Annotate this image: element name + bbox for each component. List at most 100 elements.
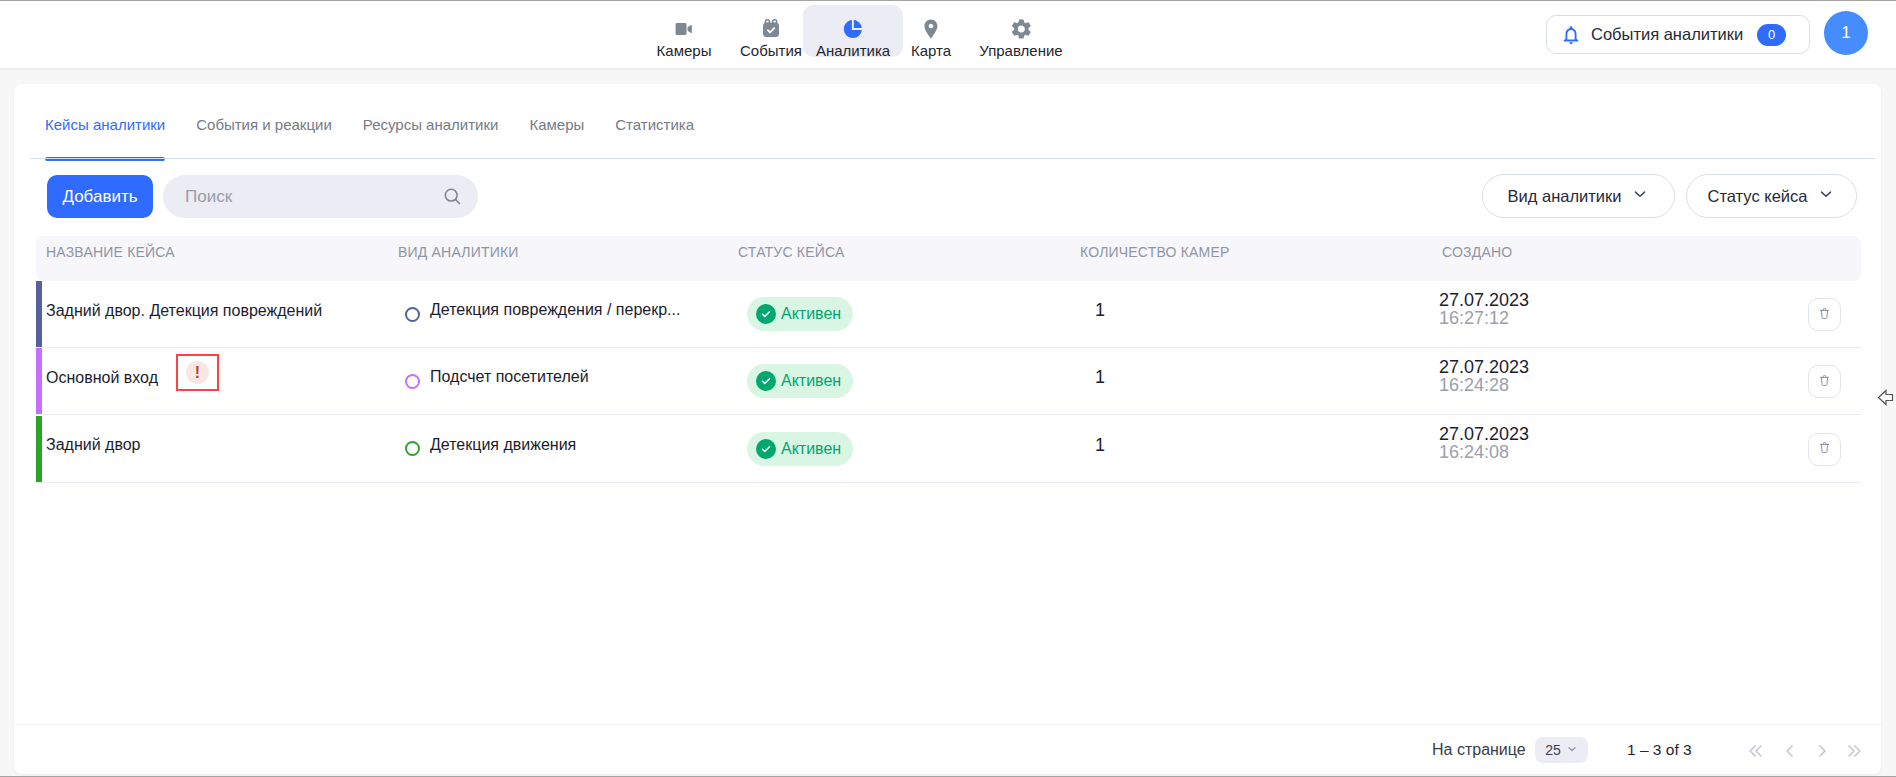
per-page-label: На странице: [1432, 737, 1526, 763]
created-time: 16:27:12: [1439, 309, 1529, 327]
nav-item-events[interactable]: События: [727, 5, 815, 57]
nav-item-camera[interactable]: Камеры: [644, 5, 725, 57]
nav-item-label: Аналитика: [816, 42, 890, 59]
case-name: Задний двор. Детекция повреждений: [46, 281, 322, 347]
case-name: Основной вход: [46, 348, 158, 414]
table-row[interactable]: Задний двор Детекция движения Активен 1 27.0…: [36, 416, 1861, 483]
analytics-type-cell: Подсчет посетителей: [405, 348, 589, 414]
add-button[interactable]: Добавить: [47, 175, 153, 218]
analytics-type-label: Детекция движения: [430, 436, 576, 454]
tab-4[interactable]: Камеры: [529, 116, 584, 159]
case-status-cell: Активен: [747, 416, 853, 482]
gear-icon: [1009, 17, 1033, 41]
row-accent-bar: [36, 281, 42, 347]
column-header-3: СТАТУС КЕЙСА: [738, 245, 845, 259]
search-icon: [442, 186, 463, 207]
analytics-icon: [841, 17, 865, 41]
status-check-icon: [756, 439, 776, 459]
prev-page-button[interactable]: [1779, 740, 1801, 762]
per-page-select[interactable]: 25: [1535, 737, 1588, 763]
top-navigation-bar: Камеры События Аналитика Карта Управление Со…: [0, 1, 1896, 70]
case-status-filter-label: Статус кейса: [1708, 187, 1808, 206]
analytics-type-filter[interactable]: Вид аналитики: [1482, 174, 1675, 218]
nav-item-gear[interactable]: Управление: [966, 5, 1075, 57]
created-cell: 27.07.202316:24:28: [1439, 348, 1529, 414]
analytics-type-icon: [405, 307, 420, 322]
analytics-type-label: Подсчет посетителей: [430, 368, 589, 386]
analytics-events-label: События аналитики: [1591, 25, 1743, 44]
chevron-down-icon: [1817, 185, 1835, 207]
per-page-value: 25: [1545, 742, 1561, 758]
created-time: 16:24:28: [1439, 376, 1529, 394]
column-header-1: НАЗВАНИЕ КЕЙСА: [46, 245, 175, 259]
created-date: 27.07.2023: [1439, 291, 1529, 309]
search-field[interactable]: [163, 175, 478, 218]
camera-icon: [672, 17, 696, 41]
tab-1[interactable]: Кейсы аналитики: [45, 116, 165, 159]
content-card: Кейсы аналитики События и реакции Ресурсы …: [14, 84, 1881, 774]
nav-item-label: Управление: [979, 42, 1062, 59]
tabs-divider: [30, 158, 1875, 159]
nav-item-label: Карта: [911, 42, 951, 59]
column-header-4: КОЛИЧЕСТВО КАМЕР: [1080, 245, 1230, 259]
analytics-page: Камеры События Аналитика Карта Управление Со…: [0, 0, 1896, 777]
chevron-down-icon: [1631, 185, 1649, 207]
row-accent-bar: [36, 348, 42, 414]
created-time: 16:24:08: [1439, 443, 1529, 461]
table-row[interactable]: Задний двор. Детекция повреждений Детекци…: [36, 281, 1861, 348]
bell-icon: [1560, 24, 1582, 46]
trash-icon: [1817, 373, 1832, 391]
warning-box: !: [176, 354, 219, 391]
camera-count: 1: [1095, 416, 1105, 482]
warning-icon: !: [186, 361, 209, 384]
case-name: Задний двор: [46, 416, 141, 482]
chevron-down-icon: [1566, 742, 1578, 758]
footer-divider: [14, 724, 1881, 725]
column-header-5: СОЗДАНО: [1442, 245, 1512, 259]
trash-icon: [1817, 440, 1832, 458]
last-page-button[interactable]: [1843, 740, 1865, 762]
nav-item-map[interactable]: Карта: [898, 5, 964, 57]
analytics-type-cell: Детекция движения: [405, 416, 576, 482]
status-check-icon: [756, 304, 776, 324]
created-cell: 27.07.202316:27:12: [1439, 281, 1529, 347]
delete-button[interactable]: [1808, 365, 1841, 398]
case-status-cell: Активен: [747, 281, 853, 347]
status-check-icon: [756, 371, 776, 391]
tab-2[interactable]: События и реакции: [196, 116, 332, 159]
tab-3[interactable]: Ресурсы аналитики: [363, 116, 499, 159]
analytics-type-cell: Детекция повреждения / перекр...: [405, 281, 680, 347]
tab-bar: Кейсы аналитики События и реакции Ресурсы …: [45, 116, 694, 159]
window-frame-top: [0, 0, 1896, 1]
table-row[interactable]: Основной вход! Подсчет посетителей Активен…: [36, 348, 1861, 415]
delete-button[interactable]: [1808, 433, 1841, 466]
case-status-cell: Активен: [747, 348, 853, 414]
events-icon: [759, 17, 783, 41]
analytics-events-button[interactable]: События аналитики 0: [1546, 15, 1810, 54]
created-date: 27.07.2023: [1439, 425, 1529, 443]
pagination-range: 1 – 3 of 3: [1627, 737, 1692, 763]
analytics-type-icon: [405, 374, 420, 389]
delete-button[interactable]: [1808, 298, 1841, 331]
next-page-button[interactable]: [1811, 740, 1833, 762]
column-header-2: ВИД АНАЛИТИКИ: [398, 245, 519, 259]
user-avatar[interactable]: 1: [1824, 11, 1868, 55]
case-status-filter[interactable]: Статус кейса: [1686, 174, 1857, 218]
created-date: 27.07.2023: [1439, 358, 1529, 376]
analytics-type-label: Детекция повреждения / перекр...: [430, 301, 680, 319]
status-badge: Активен: [747, 297, 853, 331]
first-page-button[interactable]: [1745, 740, 1767, 762]
events-count-badge: 0: [1757, 24, 1786, 46]
nav-item-label: Камеры: [657, 42, 712, 59]
created-cell: 27.07.202316:24:08: [1439, 416, 1529, 482]
trash-icon: [1817, 306, 1832, 324]
search-input[interactable]: [185, 187, 425, 207]
nav-item-analytics[interactable]: Аналитика: [803, 5, 903, 57]
nav-item-label: События: [740, 42, 802, 59]
map-icon: [919, 17, 943, 41]
camera-count: 1: [1095, 348, 1105, 414]
analytics-type-icon: [405, 441, 420, 456]
tab-5[interactable]: Статистика: [615, 116, 694, 159]
analytics-type-filter-label: Вид аналитики: [1508, 187, 1622, 206]
status-badge: Активен: [747, 432, 853, 466]
